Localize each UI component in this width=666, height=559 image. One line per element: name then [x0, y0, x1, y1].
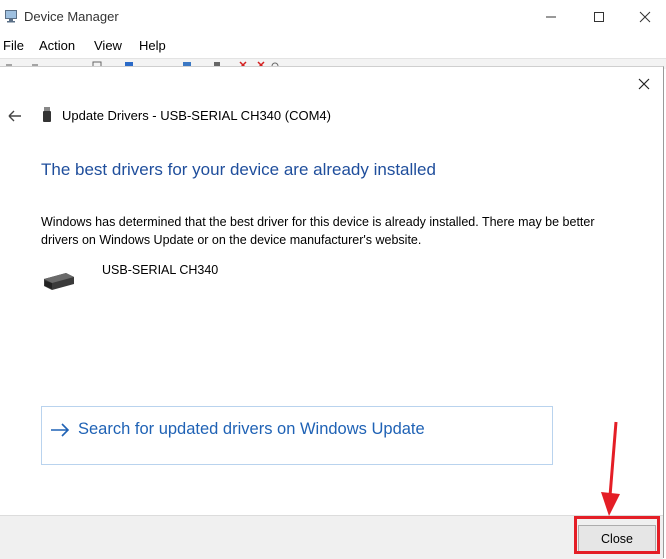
dialog-header-title: Update Drivers - USB-SERIAL CH340 (COM4) [62, 108, 331, 123]
window-close-button[interactable] [622, 0, 666, 34]
menu-file[interactable]: File [3, 38, 24, 53]
main-heading: The best drivers for your device are alr… [41, 160, 436, 179]
menu-view[interactable]: View [94, 38, 122, 53]
menu-bar: File Action View Help [0, 34, 666, 58]
maximize-button[interactable] [576, 0, 622, 34]
search-link-text: Search for updated drivers on Windows Up… [78, 420, 425, 438]
close-icon [639, 11, 651, 23]
window-title: Device Manager [24, 9, 119, 24]
maximize-icon [594, 12, 604, 22]
minimize-button[interactable] [528, 0, 574, 34]
menu-action[interactable]: Action [39, 38, 75, 53]
device-manager-app-icon [5, 10, 17, 23]
minimize-icon [546, 16, 556, 18]
dialog-footer [0, 515, 663, 559]
usb-device-icon [43, 107, 51, 122]
device-name: USB-SERIAL CH340 [102, 263, 219, 277]
usb-serial-adapter-icon [44, 273, 74, 290]
menu-help[interactable]: Help [139, 38, 166, 53]
search-windows-update-link[interactable]: Search for updated drivers on Windows Up… [41, 406, 553, 465]
close-icon [638, 78, 650, 90]
close-button[interactable]: Close [578, 525, 656, 553]
update-drivers-dialog: Update Drivers - USB-SERIAL CH340 (COM4)… [0, 66, 664, 559]
back-arrow-icon[interactable] [6, 107, 24, 125]
device-manager-titlebar: Device Manager [0, 0, 666, 34]
description-text: Windows has determined that the best dri… [41, 215, 595, 247]
dialog-close-button[interactable] [631, 73, 657, 95]
arrow-right-icon [51, 423, 70, 437]
